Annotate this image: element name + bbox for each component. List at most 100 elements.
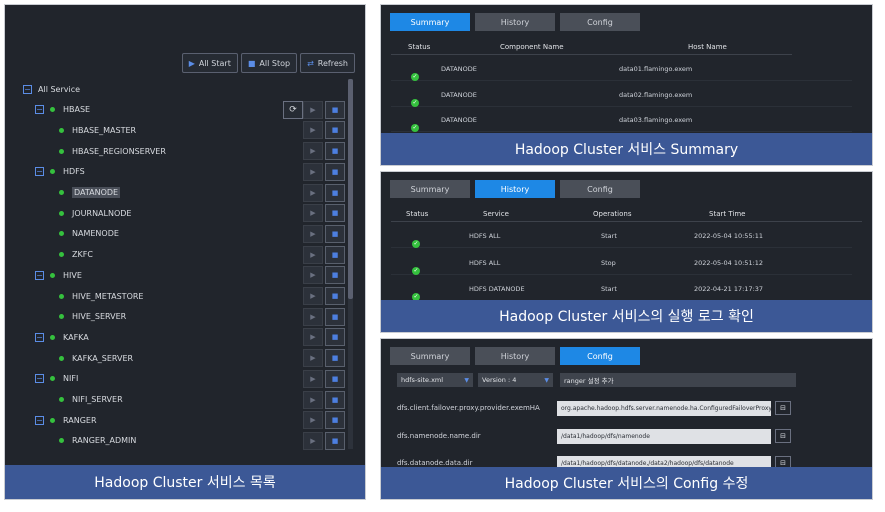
add-setting-field[interactable]: ranger 설정 추가 [560,373,796,387]
collapse-icon[interactable]: − [35,167,44,177]
start-button[interactable]: ▶ [303,121,323,140]
collapse-icon[interactable]: − [35,270,44,280]
stop-button[interactable]: ■ [325,266,345,285]
collapse-icon[interactable]: − [35,374,44,384]
table-row[interactable]: ✓ HDFS DATANODE Start 2022-04-21 17:17:37 [391,277,852,301]
start-button[interactable]: ▶ [303,224,323,243]
stop-button[interactable]: ■ [325,162,345,181]
stop-button[interactable]: ■ [325,431,345,450]
start-button[interactable]: ▶ [303,142,323,161]
tree-label: KAFKA [63,332,89,342]
all-start-button[interactable]: ▶ All Start [181,53,238,73]
tree-label: HIVE_METASTORE [72,291,144,301]
stop-button[interactable]: ■ [325,224,345,243]
refresh-icon[interactable]: ⟳ [283,100,303,119]
config-file-select[interactable]: hdfs-site.xml ▼ [397,373,473,387]
start-button[interactable]: ▶ [303,287,323,305]
table-row[interactable]: ✓ HDFS ALL Start 2022-05-04 10:55:11 [391,224,852,248]
start-button[interactable]: ▶ [303,183,323,202]
stop-button[interactable]: ■ [325,245,345,264]
tab-summary[interactable]: Summary [390,13,470,31]
stop-button[interactable]: ■ [325,307,345,326]
tree-root[interactable]: − All Service [23,79,80,99]
operation-cell: Start [601,232,617,240]
tree-group[interactable]: − HDFS [23,162,85,182]
collapse-icon[interactable]: − [35,332,44,342]
version-select[interactable]: Version : 4 ▼ [478,373,553,387]
service-controls: ▶ ■ [303,266,345,285]
tree-item[interactable]: NAMENODE [23,224,119,244]
start-button[interactable]: ▶ [303,162,323,181]
tree-group[interactable]: − NIFI [23,369,78,389]
stop-button[interactable]: ■ [325,142,345,161]
status-dot-icon [59,210,64,216]
stop-button[interactable]: ■ [325,328,345,347]
delete-config-button[interactable]: ⊟ [775,401,791,415]
stop-button[interactable]: ■ [325,204,345,223]
tab-history[interactable]: History [475,13,555,31]
tree-group[interactable]: − KAFKA [23,327,89,347]
start-button[interactable]: ▶ [303,369,323,388]
tab-config[interactable]: Config [560,13,640,31]
stop-button[interactable]: ■ [325,411,345,430]
tree-group[interactable]: − RANGER [23,410,97,430]
start-button[interactable]: ▶ [303,431,323,450]
status-dot-icon [50,169,55,175]
stop-button[interactable]: ■ [325,287,345,305]
start-button[interactable]: ▶ [303,204,323,223]
stop-button[interactable]: ■ [325,369,345,388]
stop-button[interactable]: ■ [325,183,345,202]
tab-history[interactable]: History [475,180,555,198]
chevron-down-icon: ▼ [464,376,469,384]
column-header: Host Name [688,43,727,51]
tab-config[interactable]: Config [560,180,640,198]
collapse-icon[interactable]: − [35,415,44,425]
table-row[interactable]: ✓ DATANODE data01.flamingo.exem [391,57,852,81]
start-button[interactable]: ▶ [303,245,323,264]
tree-item[interactable]: HIVE_SERVER [23,307,126,327]
tree-group[interactable]: − HIVE [23,265,82,285]
tree-item[interactable]: KAFKA_SERVER [23,348,133,368]
start-button[interactable]: ▶ [303,307,323,326]
start-button[interactable]: ▶ [303,390,323,409]
tree-scrollbar[interactable] [348,79,353,449]
scrollbar-thumb[interactable] [348,79,353,299]
status-dot-icon [59,190,64,195]
refresh-button[interactable]: ⇄ Refresh [300,53,355,73]
tree-item[interactable]: DATANODE [23,183,121,203]
component-cell: DATANODE [441,116,477,124]
stop-button[interactable]: ■ [325,121,345,140]
tree-item[interactable]: ZKFC [23,245,93,265]
tree-item[interactable]: RANGER_ADMIN [23,431,136,451]
delete-config-button[interactable]: ⊟ [775,428,791,443]
start-button[interactable]: ▶ [303,349,323,368]
tree-item[interactable]: NIFI_SERVER [23,390,123,410]
tree-group[interactable]: − HBASE [23,100,90,120]
start-button[interactable]: ▶ [303,411,323,430]
tree-item[interactable]: HIVE_METASTORE [23,286,143,306]
config-value-input[interactable]: /data1/hadoop/dfs/namenode [557,428,771,444]
service-controls: ▶ ■ [303,307,345,326]
stop-button[interactable]: ■ [325,390,345,409]
table-row[interactable]: ✓ HDFS ALL Stop 2022-05-04 10:51:12 [391,251,852,275]
tab-config[interactable]: Config [560,347,640,365]
stop-button[interactable]: ■ [325,100,345,119]
table-row[interactable]: ✓ DATANODE data03.flamingo.exem [391,108,852,132]
stop-button[interactable]: ■ [325,349,345,368]
caption-summary: Hadoop Cluster 서비스 Summary [381,133,872,165]
tree-item[interactable]: JOURNALNODE [23,203,131,223]
tab-summary[interactable]: Summary [390,180,470,198]
table-row[interactable]: ✓ DATANODE data02.flamingo.exem [391,83,852,107]
tree-item[interactable]: HBASE_MASTER [23,120,136,140]
tab-summary[interactable]: Summary [390,347,470,365]
collapse-icon[interactable]: − [35,105,44,115]
tree-item[interactable]: HBASE_REGIONSERVER [23,141,166,161]
collapse-icon[interactable]: − [23,84,32,94]
start-button[interactable]: ▶ [303,266,323,285]
tab-history[interactable]: History [475,347,555,365]
start-button[interactable]: ▶ [303,100,323,119]
service-controls: ▶ ■ [303,411,345,430]
config-value-input[interactable]: org.apache.hadoop.hdfs.server.namenode.h… [557,401,771,416]
start-button[interactable]: ▶ [303,328,323,347]
all-stop-button[interactable]: ■ All Stop [240,53,298,73]
